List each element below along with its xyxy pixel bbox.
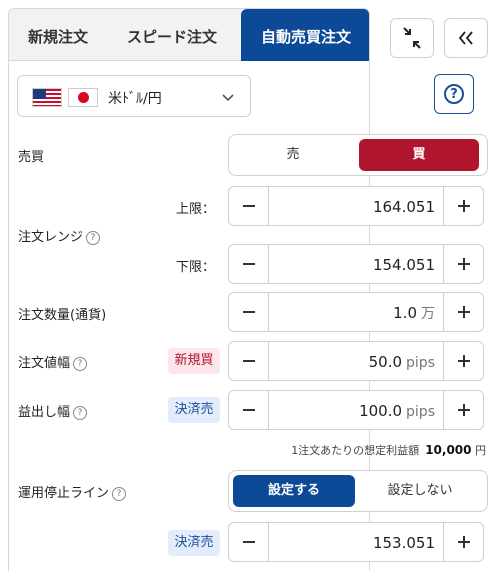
- minus-icon: [243, 205, 255, 207]
- order-width-value[interactable]: 50.0 pips: [269, 342, 443, 380]
- chevron-down-icon: [222, 94, 234, 102]
- minus-icon: [243, 409, 255, 411]
- stop-close-sell-badge: 決済売: [168, 530, 220, 556]
- stop-line-toggle: 設定する 設定しない: [228, 470, 488, 512]
- help-icon[interactable]: ?: [73, 406, 88, 420]
- lower-limit-value[interactable]: 154.051: [269, 245, 443, 283]
- stop-line-off-option[interactable]: 設定しない: [359, 475, 481, 507]
- close-sell-badge: 決済売: [168, 397, 220, 423]
- jp-flag-icon: [68, 88, 98, 107]
- lower-limit-label: 下限：: [176, 260, 216, 275]
- tab-speed-order[interactable]: スピード注文: [107, 9, 237, 61]
- decrement-button[interactable]: [229, 293, 269, 331]
- side-label: 売買: [18, 150, 45, 165]
- buy-option[interactable]: 買: [359, 139, 479, 171]
- increment-button[interactable]: [443, 293, 483, 331]
- double-chevron-left-icon: [458, 31, 473, 45]
- increment-button[interactable]: [443, 342, 483, 380]
- tab-new-order[interactable]: 新規注文: [9, 9, 107, 61]
- order-range-label: 注文レンジ?: [18, 226, 101, 245]
- decrement-button[interactable]: [229, 187, 269, 225]
- increment-button[interactable]: [443, 187, 483, 225]
- decrement-button[interactable]: [229, 342, 269, 380]
- tab-auto-trade-order[interactable]: 自動売買注文: [241, 9, 369, 61]
- currency-pair-label: 米ﾄﾞﾙ/円: [108, 91, 162, 107]
- help-icon[interactable]: ?: [73, 357, 88, 371]
- order-quantity-label: 注文数量(通貨): [18, 308, 107, 323]
- order-width-stepper: 50.0 pips: [228, 341, 484, 381]
- us-flag-icon: [32, 88, 62, 107]
- help-icon[interactable]: ?: [112, 487, 127, 501]
- expected-profit: 1注文あたりの想定利益額 10,000 円: [291, 443, 486, 457]
- decrement-button[interactable]: [229, 245, 269, 283]
- lower-limit-stepper: 154.051: [228, 244, 484, 284]
- increment-button[interactable]: [443, 391, 483, 429]
- order-quantity-value[interactable]: 1.0 万: [269, 293, 443, 331]
- stop-line-label: 運用停止ライン?: [18, 482, 127, 501]
- currency-pair-select[interactable]: 米ﾄﾞﾙ/円: [17, 75, 251, 117]
- upper-limit-value[interactable]: 164.051: [269, 187, 443, 225]
- collapse-panel-button[interactable]: [444, 18, 488, 58]
- order-quantity-stepper: 1.0 万: [228, 292, 484, 332]
- new-buy-badge: 新規買: [168, 348, 220, 374]
- increment-button[interactable]: [443, 523, 483, 561]
- take-profit-value[interactable]: 100.0 pips: [269, 391, 443, 429]
- decrement-button[interactable]: [229, 391, 269, 429]
- sell-option[interactable]: 売: [233, 139, 353, 171]
- order-tabs: 新規注文 スピード注文 自動売買注文: [9, 9, 369, 61]
- upper-limit-label: 上限：: [176, 202, 216, 217]
- take-profit-stepper: 100.0 pips: [228, 390, 484, 430]
- minimize-button[interactable]: [390, 18, 434, 58]
- order-width-label: 注文値幅?: [18, 352, 88, 371]
- minus-icon: [243, 263, 255, 265]
- decrement-button[interactable]: [229, 523, 269, 561]
- help-button[interactable]: ?: [434, 74, 474, 114]
- help-icon[interactable]: ?: [86, 231, 101, 245]
- stop-line-stepper: 153.051: [228, 522, 484, 562]
- minus-icon: [243, 541, 255, 543]
- take-profit-label: 益出し幅?: [18, 401, 88, 420]
- minus-icon: [243, 360, 255, 362]
- stop-line-value[interactable]: 153.051: [269, 523, 443, 561]
- stop-line-on-option[interactable]: 設定する: [233, 475, 355, 507]
- increment-button[interactable]: [443, 245, 483, 283]
- help-icon: ?: [444, 84, 464, 104]
- upper-limit-stepper: 164.051: [228, 186, 484, 226]
- minus-icon: [243, 311, 255, 313]
- side-toggle: 売 買: [228, 134, 488, 176]
- minimize-icon: [403, 27, 421, 49]
